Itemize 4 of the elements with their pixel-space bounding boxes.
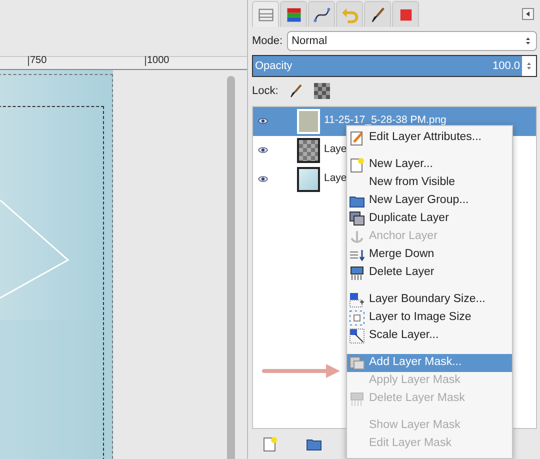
lock-label: Lock:	[252, 84, 278, 99]
ruler-label: 1000	[145, 56, 170, 66]
ruler-label: 750	[28, 56, 47, 66]
mode-label: Mode:	[252, 34, 283, 49]
